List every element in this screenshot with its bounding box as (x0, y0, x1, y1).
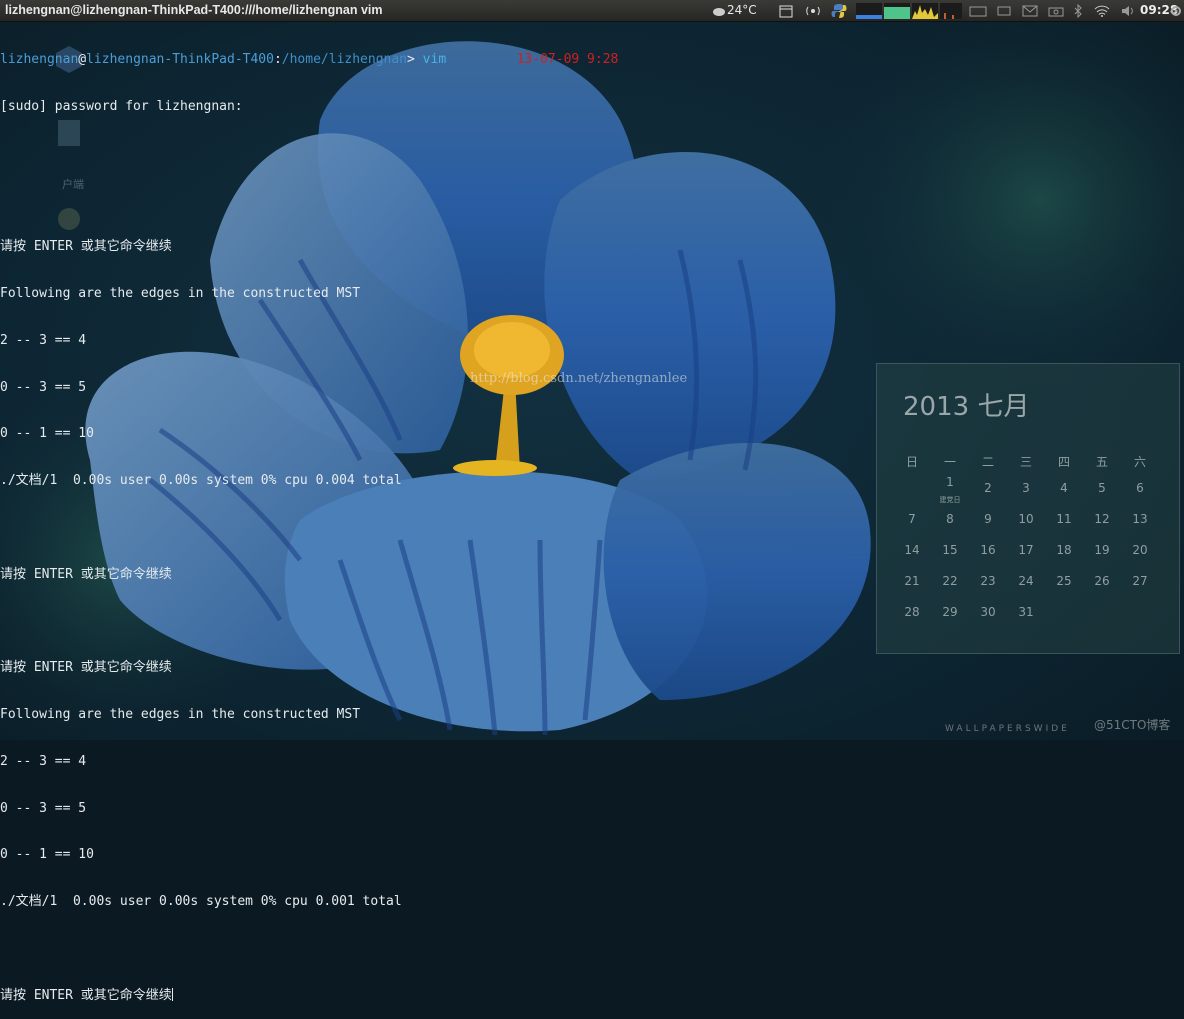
calendar-day[interactable]: 28 (893, 605, 931, 619)
weekday-label: 四 (1057, 455, 1070, 469)
calendar-day[interactable]: 16 (969, 543, 1007, 557)
calendar-day[interactable]: 25 (1045, 574, 1083, 588)
prompt-host: lizhengnan-ThinkPad-T400 (86, 52, 274, 68)
calendar-day[interactable]: 9 (969, 512, 1007, 526)
calendar-header: 2013 七月 (903, 386, 1029, 423)
calendar-day[interactable]: 30 (969, 605, 1007, 619)
python-icon[interactable] (830, 0, 848, 21)
weekday-label: 三 (1019, 455, 1032, 469)
terminal-line: 2 -- 3 == 4 (0, 332, 87, 348)
mem-graph-icon[interactable] (884, 0, 910, 21)
terminal-line: 0 -- 3 == 5 (0, 379, 87, 395)
terminal-line: Following are the edges in the construct… (0, 286, 361, 302)
calendar-day[interactable]: 21 (893, 574, 931, 588)
calendar-year: 2013 (903, 392, 970, 422)
weather-temp[interactable]: 24°C (727, 0, 757, 21)
cpu-graph-icon[interactable] (856, 0, 882, 21)
terminal-prompt: lizhengnan@lizhengnan-ThinkPad-T400:/hom… (0, 52, 860, 68)
prompt-gt: > (407, 52, 415, 68)
calendar-day[interactable]: 26 (1083, 574, 1121, 588)
keyboard-icon[interactable] (968, 0, 988, 21)
calendar-day[interactable]: 18 (1045, 543, 1083, 557)
terminal-line: 0 -- 1 == 10 (0, 426, 94, 442)
calendar-day[interactable]: 27 (1121, 574, 1159, 588)
prompt-at: @ (78, 52, 87, 68)
terminal-line: 请按 ENTER 或其它命令继续 (0, 660, 172, 676)
calendar-day[interactable]: 31 (1007, 605, 1045, 619)
prompt-path: /home/lizhengnan (281, 52, 408, 68)
window-title: lizhengnan@lizhengnan-ThinkPad-T400:///h… (5, 3, 383, 17)
battery-icon[interactable] (994, 0, 1014, 21)
weekday-label: 日 (905, 455, 918, 469)
calendar-day[interactable]: 15 (931, 543, 969, 557)
terminal-output[interactable]: lizhengnan@lizhengnan-ThinkPad-T400:/hom… (0, 21, 860, 1003)
calendar-day[interactable]: 14 (893, 543, 931, 557)
calendar-day[interactable]: 29 (931, 605, 969, 619)
weather-icon[interactable] (709, 0, 729, 21)
prompt-user: lizhengnan (0, 52, 79, 68)
calendar-day[interactable]: 3 (1007, 481, 1045, 495)
mail-icon[interactable] (1020, 0, 1040, 21)
calendar-icon[interactable] (778, 0, 794, 21)
wallpaper-brand-watermark: WALLPAPERSWIDE (945, 724, 1070, 734)
bluetooth-icon[interactable] (1070, 0, 1086, 21)
calendar-day[interactable]: 20 (1121, 543, 1159, 557)
terminal-line: 请按 ENTER 或其它命令继续 (0, 239, 172, 255)
terminal-last-line: 请按 ENTER 或其它命令继续 (0, 987, 172, 1003)
calendar-day[interactable]: 19 (1083, 543, 1121, 557)
terminal-line: [sudo] password for lizhengnan: (0, 98, 243, 114)
calendar-day[interactable]: 12 (1083, 512, 1121, 526)
calendar-month: 七月 (977, 392, 1030, 422)
calendar-day[interactable]: 7 (893, 512, 931, 526)
settings-gear-icon[interactable] (1168, 0, 1184, 21)
calendar-day[interactable]: 2 (969, 481, 1007, 495)
calendar-day-note: 建党日 (939, 496, 961, 504)
weekday-label: 五 (1095, 455, 1108, 469)
terminal-line: ./文档/1 0.00s user 0.00s system 0% cpu 0.… (0, 894, 402, 910)
system-tray: 24°C 09:28 (704, 0, 1184, 21)
calendar-day[interactable]: 22 (931, 574, 969, 588)
calendar-day[interactable]: 17 (1007, 543, 1045, 557)
calendar-day[interactable]: 8 (931, 512, 969, 526)
top-panel: lizhengnan@lizhengnan-ThinkPad-T400:///h… (0, 0, 1184, 22)
volume-icon[interactable] (1118, 0, 1138, 21)
prompt-timestamp: 13-07-09 9:28 (516, 52, 619, 68)
camera-icon[interactable] (1046, 0, 1066, 21)
text-cursor (171, 987, 173, 1001)
calendar-day[interactable]: 23 (969, 574, 1007, 588)
calendar-day[interactable]: 1 (931, 475, 969, 489)
site-watermark: @51CTO博客 (1094, 718, 1171, 732)
blog-watermark: http://blog.csdn.net/zhengnanlee (470, 371, 688, 386)
disk-graph-icon[interactable] (940, 0, 962, 21)
weekday-label: 一 (943, 455, 956, 469)
wifi-icon[interactable] (1092, 0, 1112, 21)
prompt-command: vim (422, 52, 447, 68)
prompt-colon: : (273, 52, 282, 68)
terminal-line: Following are the edges in the construct… (0, 707, 361, 723)
calendar-day[interactable]: 13 (1121, 512, 1159, 526)
weekday-label: 六 (1133, 455, 1146, 469)
calendar-day[interactable]: 11 (1045, 512, 1083, 526)
terminal-line: 0 -- 3 == 5 (0, 800, 87, 816)
calendar-widget[interactable]: 2013 七月 日 一 二 三 四 五 六 1 2 3 4 5 6 7 8 9 10 11 12 13 1… (876, 363, 1180, 654)
weekday-label: 二 (981, 455, 994, 469)
terminal-line: 请按 ENTER 或其它命令继续 (0, 566, 172, 582)
calendar-day[interactable]: 10 (1007, 512, 1045, 526)
terminal-line: ./文档/1 0.00s user 0.00s system 0% cpu 0.… (0, 473, 402, 489)
calendar-day[interactable]: 4 (1045, 481, 1083, 495)
network-icon[interactable] (804, 0, 822, 21)
terminal-line: 0 -- 1 == 10 (0, 847, 94, 863)
calendar-day[interactable]: 6 (1121, 481, 1159, 495)
calendar-day[interactable]: 5 (1083, 481, 1121, 495)
netload-graph-icon[interactable] (912, 0, 938, 21)
terminal-line-current: 请按 ENTER 或其它命令继续 (0, 987, 860, 1004)
terminal-line: 2 -- 3 == 4 (0, 753, 87, 769)
calendar-day[interactable]: 24 (1007, 574, 1045, 588)
